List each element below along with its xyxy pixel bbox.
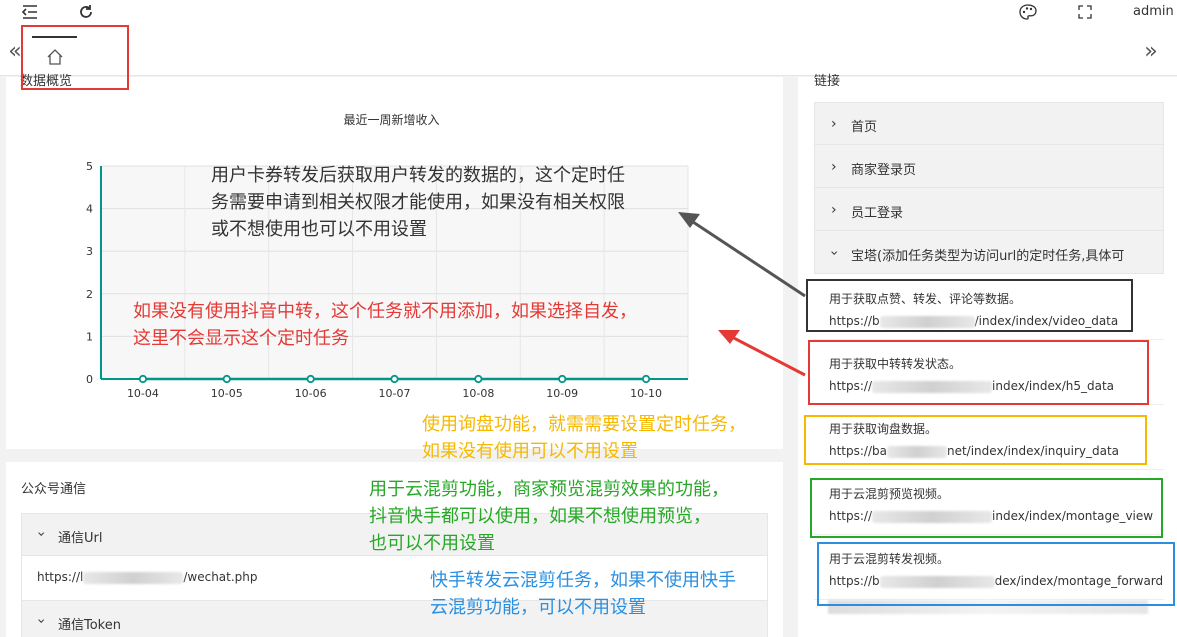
- green-highlight-box: [810, 478, 1163, 538]
- annotation-red: 如果没有使用抖音中转，这个任务就不用添加，如果选择自发， 这里不会显示这个定时任务: [133, 301, 637, 349]
- annotation-blue: 快手转发云混剪任务，如果不使用快手 云混剪功能，可以不用设置: [430, 570, 736, 618]
- link-item-home[interactable]: › 首页: [815, 103, 1163, 145]
- fullscreen-icon[interactable]: [1075, 2, 1095, 22]
- annotation-green: 用于云混剪功能，商家预览混剪效果的功能， 抖音快手都可以使用，如果不想使用预览，也…: [369, 479, 729, 554]
- gray-highlight-box: [806, 279, 1133, 332]
- data-point: [474, 374, 483, 384]
- y-tick-label: 1: [86, 330, 93, 343]
- x-tick-label: 10-04: [127, 387, 159, 400]
- tab-scroll-right-icon[interactable]: »: [1136, 36, 1166, 66]
- annotation-orange: 使用询盘功能，就需需要设置定时任务， 如果没有使用可以不用设置: [422, 414, 746, 462]
- data-point: [390, 374, 399, 384]
- wechat-url-value[interactable]: https://l/wechat.php: [37, 570, 258, 584]
- data-point: [306, 374, 315, 384]
- y-tick-label: 2: [86, 288, 93, 301]
- link-item-label: 员工登录: [851, 206, 904, 221]
- link-item-staff-login[interactable]: › 员工登录: [815, 189, 1163, 231]
- data-point: [222, 374, 231, 384]
- chevron-right-icon: ›: [831, 159, 837, 175]
- data-point: [641, 374, 651, 384]
- red-highlight-box-home-tab: [21, 25, 129, 90]
- link-item-label: 商家登录页: [851, 163, 917, 178]
- data-point: [138, 374, 148, 384]
- x-tick-label: 10-07: [379, 387, 411, 400]
- x-tick-label: 10-06: [295, 387, 327, 400]
- wechat-title: 公众号通信: [21, 482, 87, 497]
- orange-highlight-box: [804, 415, 1147, 465]
- red-highlight-box: [808, 340, 1149, 405]
- chevron-down-icon: ›: [825, 250, 842, 256]
- links-title: 链接: [814, 74, 841, 89]
- y-tick-label: 4: [86, 203, 93, 216]
- wechat-url-label: 通信Url: [58, 531, 103, 546]
- annotation-gray: 用户卡券转发后获取用户转发的数据的，这个定时任 务需要申请到相关权限才能使用，如果…: [211, 165, 625, 240]
- x-tick-label: 10-10: [630, 387, 662, 400]
- y-tick-label: 0: [86, 373, 93, 386]
- y-tick-label: 5: [86, 160, 93, 173]
- chevron-right-icon: ›: [831, 202, 837, 218]
- palette-icon[interactable]: [1018, 2, 1038, 22]
- link-item-merchant-login[interactable]: › 商家登录页: [815, 146, 1163, 188]
- link-item-label: 宝塔(添加任务类型为访问url的定时任务,具体可: [851, 249, 1125, 264]
- y-tick-label: 3: [86, 245, 93, 258]
- data-point: [558, 374, 567, 384]
- x-tick-label: 10-09: [546, 387, 578, 400]
- links-collapse: › 首页 › 商家登录页 › 员工登录 › 宝塔(添加任务类型为访问url的定时…: [814, 102, 1164, 274]
- chevron-down-icon: ›: [32, 618, 49, 624]
- link-item-baota[interactable]: › 宝塔(添加任务类型为访问url的定时任务,具体可: [815, 232, 1163, 274]
- x-tick-label: 10-05: [211, 387, 243, 400]
- blue-highlight-box: [817, 542, 1175, 606]
- chevron-down-icon: ›: [32, 531, 49, 537]
- chevron-right-icon: ›: [831, 116, 837, 132]
- link-item-label: 首页: [851, 120, 878, 135]
- wechat-token-label: 通信Token: [58, 618, 121, 633]
- x-tick-label: 10-08: [462, 387, 494, 400]
- user-menu[interactable]: admin: [1133, 4, 1174, 19]
